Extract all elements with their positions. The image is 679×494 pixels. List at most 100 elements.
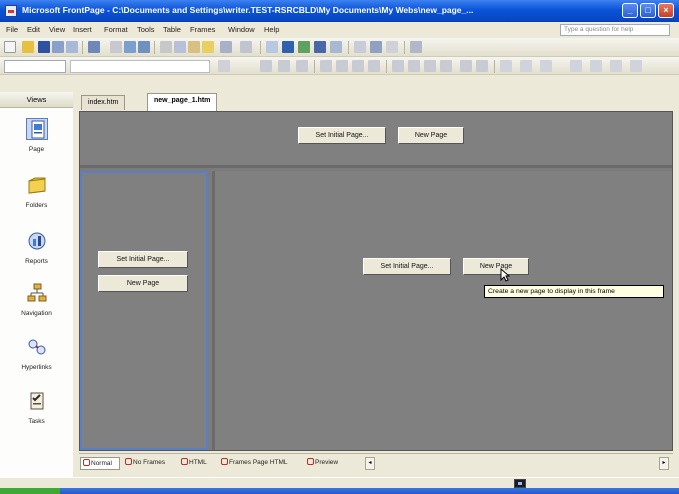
copy-icon[interactable]	[174, 41, 186, 53]
align-left-icon[interactable]	[320, 60, 332, 72]
layers-icon[interactable]	[570, 60, 582, 72]
connection-speed-icon	[514, 479, 526, 488]
top-frame[interactable]: Set Initial Page... New Page	[80, 112, 672, 168]
frames-page-html-icon	[221, 458, 228, 465]
menu-file[interactable]: File	[6, 25, 18, 34]
preview-icon[interactable]	[124, 41, 136, 53]
left-new-page-button[interactable]: New Page	[98, 275, 188, 292]
tab-index-htm[interactable]: index.htm	[81, 95, 126, 110]
numbering-icon[interactable]	[424, 60, 436, 72]
highlight-color-icon[interactable]	[500, 60, 512, 72]
insert-table-icon[interactable]	[282, 41, 294, 53]
stop-icon[interactable]	[370, 41, 382, 53]
align-center-icon[interactable]	[336, 60, 348, 72]
menu-window[interactable]: Window	[228, 25, 255, 34]
refresh-icon[interactable]	[354, 41, 366, 53]
tab-new-page-1-htm[interactable]: new_page_1.htm	[147, 93, 218, 111]
format-painter-icon[interactable]	[202, 41, 214, 53]
font-size-icon[interactable]	[218, 60, 230, 72]
title-bar[interactable]: Microsoft FrontPage - C:\Documents and S…	[0, 0, 679, 22]
tab-no-frames[interactable]: No Frames	[123, 457, 165, 470]
no-frames-icon	[125, 458, 132, 465]
menu-edit[interactable]: Edit	[27, 25, 40, 34]
toolbar-separator	[404, 41, 405, 54]
tab-frames-page-html[interactable]: Frames Page HTML	[219, 457, 288, 470]
new-page-icon[interactable]	[4, 41, 16, 53]
web-component-icon[interactable]	[266, 41, 278, 53]
tab-preview[interactable]: Preview	[305, 457, 338, 470]
menu-table[interactable]: Table	[163, 25, 181, 34]
bullets-icon[interactable]	[440, 60, 452, 72]
style-dropdown[interactable]	[4, 60, 66, 73]
view-tasks[interactable]: Tasks	[0, 386, 73, 438]
hyperlink-icon[interactable]	[330, 41, 342, 53]
left-frame-selected[interactable]: Set Initial Page... New Page	[80, 171, 208, 450]
position-icon[interactable]	[590, 60, 602, 72]
view-folders-label: Folders	[25, 202, 48, 209]
view-reports[interactable]: Reports	[0, 226, 73, 278]
decrease-indent-icon[interactable]	[460, 60, 472, 72]
top-new-page-button[interactable]: New Page	[398, 127, 464, 144]
increase-indent-icon[interactable]	[476, 60, 488, 72]
tab-no-frames-label: No Frames	[133, 459, 166, 466]
table-tools-icon[interactable]	[610, 60, 622, 72]
borders-icon[interactable]	[540, 60, 552, 72]
drawing-icon[interactable]	[314, 41, 326, 53]
menu-insert[interactable]: Insert	[73, 25, 92, 34]
menu-tools[interactable]: Tools	[137, 25, 155, 34]
menu-help[interactable]: Help	[264, 25, 279, 34]
menu-view[interactable]: View	[49, 25, 65, 34]
underline-icon[interactable]	[296, 60, 308, 72]
save-icon[interactable]	[38, 41, 50, 53]
view-folders[interactable]: Folders	[0, 170, 73, 222]
paste-icon[interactable]	[188, 41, 200, 53]
main-new-page-button[interactable]: New Page	[463, 258, 529, 275]
horizontal-scroll-end[interactable]: ▸	[659, 457, 669, 470]
show-all-icon[interactable]	[386, 41, 398, 53]
top-set-initial-page-button[interactable]: Set Initial Page...	[298, 127, 386, 144]
toolbar-separator	[154, 41, 155, 54]
cut-icon[interactable]	[160, 41, 172, 53]
frontpage-window: Microsoft FrontPage - C:\Documents and S…	[0, 0, 679, 494]
toolbar-options-icon[interactable]	[630, 60, 642, 72]
minimize-button[interactable]: _	[622, 3, 638, 18]
menu-frames[interactable]: Frames	[190, 25, 215, 34]
view-hyperlinks[interactable]: Hyperlinks	[0, 332, 73, 384]
search-icon[interactable]	[66, 41, 78, 53]
left-set-initial-page-button[interactable]: Set Initial Page...	[98, 251, 188, 268]
navigation-view-icon	[26, 282, 48, 304]
tab-normal[interactable]: Normal	[80, 457, 120, 470]
view-page[interactable]: Page	[0, 114, 73, 166]
views-bar: Views Page Folders Reports Navigation Hy…	[0, 92, 73, 477]
open-folder-icon[interactable]	[22, 41, 34, 53]
undo-icon[interactable]	[220, 41, 232, 53]
spelling-icon[interactable]	[138, 41, 150, 53]
frontpage-app-icon[interactable]	[5, 5, 17, 17]
tab-html[interactable]: HTML	[179, 457, 207, 470]
view-reports-label: Reports	[25, 258, 48, 265]
italic-icon[interactable]	[278, 60, 290, 72]
help-question-input[interactable]: Type a question for help	[560, 24, 670, 36]
help-icon[interactable]	[410, 41, 422, 53]
menu-format[interactable]: Format	[104, 25, 128, 34]
tab-scroll-button[interactable]: ◂	[365, 457, 375, 470]
font-dropdown[interactable]	[70, 60, 210, 73]
main-set-initial-page-button[interactable]: Set Initial Page...	[363, 258, 451, 275]
hyperlinks-view-icon	[26, 336, 48, 358]
justify-icon[interactable]	[368, 60, 380, 72]
decrease-font-icon[interactable]	[408, 60, 420, 72]
toggle-pane-icon[interactable]	[88, 41, 100, 53]
font-color-icon[interactable]	[520, 60, 532, 72]
publish-icon[interactable]	[52, 41, 64, 53]
increase-font-icon[interactable]	[392, 60, 404, 72]
align-right-icon[interactable]	[352, 60, 364, 72]
maximize-button[interactable]: □	[640, 3, 656, 18]
print-icon[interactable]	[110, 41, 122, 53]
bold-icon[interactable]	[260, 60, 272, 72]
redo-icon[interactable]	[240, 41, 252, 53]
insert-picture-icon[interactable]	[298, 41, 310, 53]
view-navigation[interactable]: Navigation	[0, 278, 73, 330]
page-view-tabs: Normal No Frames HTML Frames Page HTML P…	[79, 453, 673, 472]
close-button[interactable]: ×	[658, 3, 674, 18]
main-frame[interactable]: Set Initial Page... New Page	[212, 171, 672, 450]
